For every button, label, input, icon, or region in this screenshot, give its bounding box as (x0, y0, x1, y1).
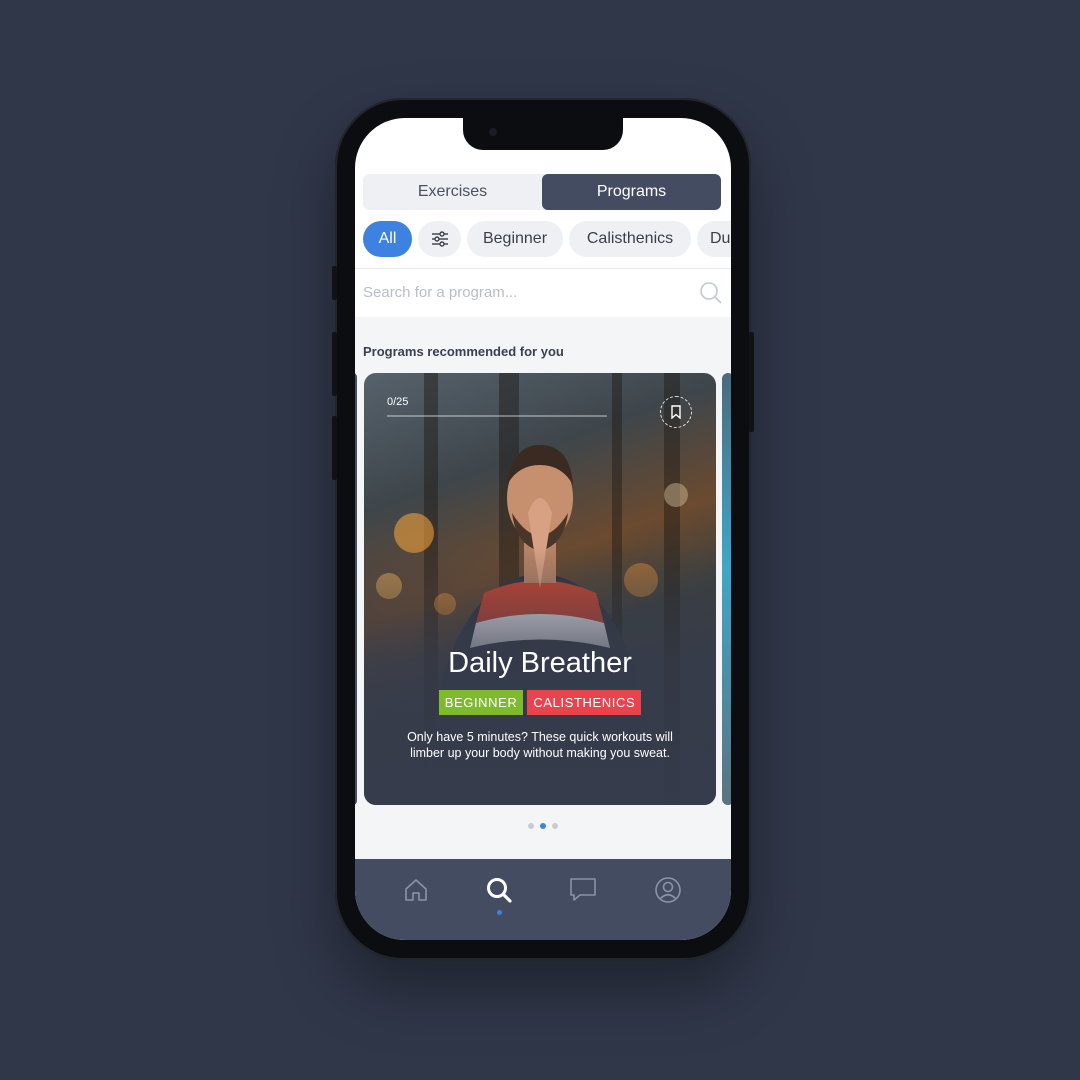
home-icon[interactable] (401, 875, 431, 905)
sliders-icon (431, 231, 448, 247)
filter-chip-calisthenics[interactable]: Calisthenics (569, 221, 691, 257)
program-description: Only have 5 minutes? These quick workout… (407, 730, 673, 760)
volume-down-button (332, 416, 337, 480)
pager-dot-active[interactable] (540, 823, 546, 829)
program-title: Daily Breather (448, 647, 632, 679)
notch (463, 118, 623, 150)
carousel-pager (355, 823, 731, 829)
segmented-control: Exercises Programs (363, 174, 721, 210)
chat-icon[interactable] (568, 875, 598, 905)
progress-text: 0/25 (387, 396, 409, 408)
tag-beginner: BEGINNER (438, 690, 524, 715)
tab-exercises[interactable]: Exercises (363, 174, 542, 210)
pager-dot[interactable] (528, 823, 534, 829)
previous-card-peek[interactable] (355, 373, 357, 805)
volume-up-button (332, 332, 337, 396)
program-card[interactable]: 0/25 Daily Breather BEGINNER CALISTHENIC… (364, 373, 716, 805)
pager-dot[interactable] (552, 823, 558, 829)
filter-chip-beginner[interactable]: Beginner (467, 221, 563, 257)
next-card-peek[interactable] (722, 373, 731, 805)
program-tags: BEGINNER CALISTHENICS (364, 690, 716, 715)
filter-chip-partial[interactable]: Du (697, 221, 731, 257)
mute-switch (332, 266, 337, 300)
search-icon[interactable] (484, 875, 514, 905)
profile-icon[interactable] (653, 875, 683, 905)
filter-all-chip[interactable]: All (363, 221, 412, 257)
section-title: Programs recommended for you (363, 344, 564, 359)
tab-programs[interactable]: Programs (542, 174, 721, 210)
search-bar[interactable]: Search for a program... (355, 268, 731, 317)
bottom-tab-bar (355, 859, 731, 940)
content-area: Programs recommended for you 0/25 Daily … (355, 317, 731, 859)
bookmark-icon[interactable] (660, 396, 692, 428)
search-icon[interactable] (699, 281, 723, 309)
power-button (749, 332, 754, 432)
progress-bar (387, 415, 607, 417)
filter-settings-button[interactable] (418, 221, 461, 257)
search-input[interactable]: Search for a program... (363, 284, 517, 301)
tag-calisthenics: CALISTHENICS (527, 690, 642, 715)
phone-frame: Exercises Programs All Beginner Calisthe… (332, 98, 754, 960)
screen: Exercises Programs All Beginner Calisthe… (355, 118, 731, 940)
active-tab-indicator (497, 910, 502, 915)
camera (489, 128, 497, 136)
filter-chips: All Beginner Calisthenics Du (363, 221, 731, 257)
